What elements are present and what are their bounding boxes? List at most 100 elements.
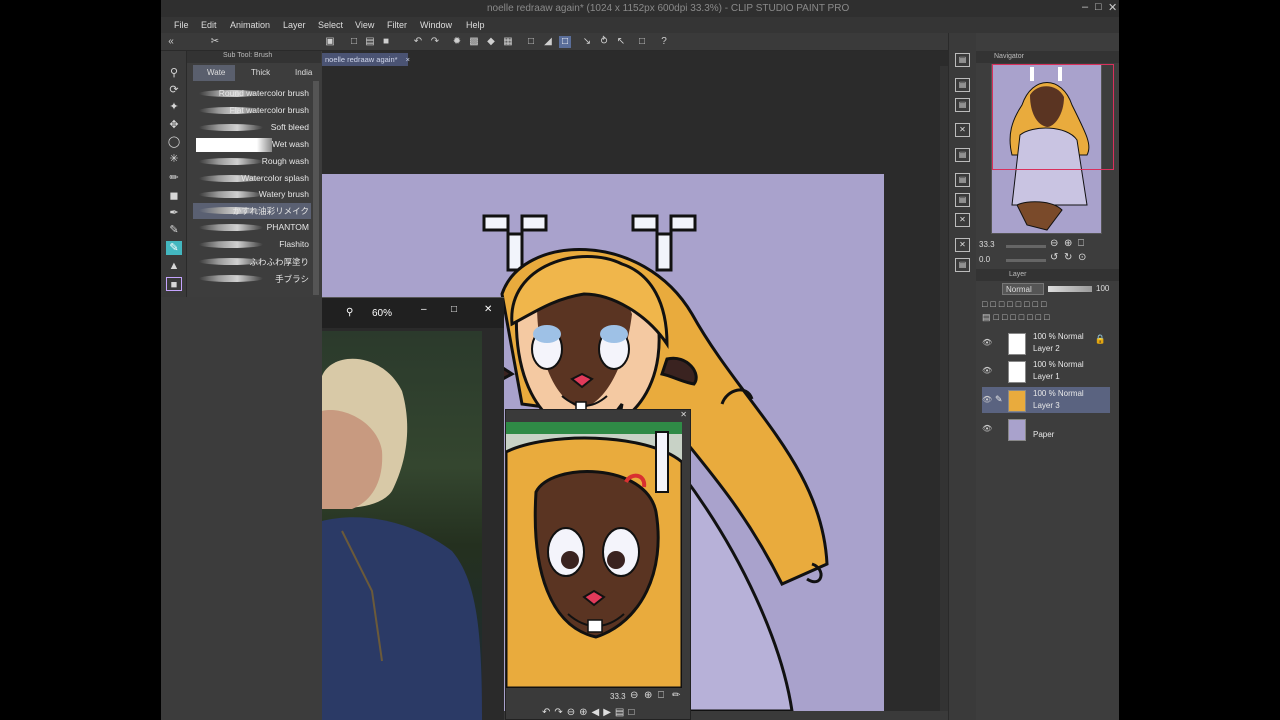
- undo-icon[interactable]: ↶: [412, 36, 424, 48]
- opacity-value[interactable]: 100: [1096, 284, 1109, 293]
- layer-row[interactable]: 👁 Paper: [982, 416, 1110, 442]
- sub-view-nav-row[interactable]: ↶↷⊖⊕◀▶▤□: [542, 707, 638, 718]
- eye-icon[interactable]: 👁: [982, 366, 992, 375]
- eraser-icon[interactable]: ◼: [166, 189, 182, 203]
- maximize-icon[interactable]: □: [451, 304, 457, 315]
- clear-icon[interactable]: ▩: [468, 36, 480, 48]
- auto-select-icon[interactable]: ✳: [166, 152, 182, 166]
- zoom-in-icon[interactable]: ⊕: [1064, 238, 1072, 249]
- panel-toggle-icon[interactable]: ▤: [955, 78, 970, 92]
- help-icon[interactable]: ?: [658, 36, 670, 48]
- fit-icon[interactable]: ⎕: [1078, 238, 1084, 249]
- collapse-arrows-icon[interactable]: «: [165, 36, 177, 48]
- zoom-tool-icon[interactable]: ⚲: [166, 66, 182, 80]
- brush-tool-icon[interactable]: ✎: [166, 241, 182, 255]
- brush-item[interactable]: PHANTOM: [193, 220, 311, 236]
- layer-move-icon[interactable]: ✥: [166, 118, 182, 132]
- maximize-icon[interactable]: □: [1095, 1, 1102, 13]
- navigator-view-frame[interactable]: [992, 64, 1114, 170]
- scissors-icon[interactable]: ✂: [209, 36, 221, 48]
- brush-item[interactable]: Flat watercolor brush: [193, 103, 311, 119]
- rotation-value[interactable]: 0.0: [979, 255, 990, 264]
- panel-toggle-icon[interactable]: ▤: [955, 258, 970, 272]
- sub-tool-scrollbar[interactable]: [313, 81, 319, 295]
- layer-actions-row[interactable]: ▤□□□□□□□: [982, 312, 1053, 323]
- menu-edit[interactable]: Edit: [201, 20, 217, 30]
- panel-close-icon[interactable]: ✕: [955, 123, 970, 137]
- zoom-out-icon[interactable]: ⊖: [630, 690, 638, 701]
- color-icon[interactable]: ■: [166, 277, 182, 291]
- panel-toggle-icon[interactable]: ▤: [955, 173, 970, 187]
- menu-filter[interactable]: Filter: [387, 20, 407, 30]
- app-icon[interactable]: ▣: [324, 36, 336, 48]
- snap-ruler-icon[interactable]: ↘: [581, 36, 593, 48]
- eyedropper-icon[interactable]: ✏: [672, 690, 680, 701]
- close-icon[interactable]: ✕: [484, 304, 492, 315]
- panel-toggle-icon[interactable]: ▤: [955, 148, 970, 162]
- zoom-value[interactable]: 33.3: [979, 240, 995, 249]
- menu-layer[interactable]: Layer: [283, 20, 306, 30]
- brush-item[interactable]: Rough wash: [193, 154, 311, 170]
- deselect-icon[interactable]: □: [525, 36, 537, 48]
- zoom-slider[interactable]: [1006, 245, 1046, 248]
- blend-mode-select[interactable]: Normal: [1002, 283, 1044, 295]
- zoom-out-icon[interactable]: ⊖: [1050, 238, 1058, 249]
- brush-item[interactable]: Watery brush: [193, 187, 311, 203]
- close-tab-icon[interactable]: ×: [406, 55, 410, 64]
- save-icon[interactable]: ■: [380, 36, 392, 48]
- opacity-slider[interactable]: [1048, 286, 1092, 292]
- minimize-icon[interactable]: –: [1082, 1, 1088, 13]
- eye-icon[interactable]: 👁: [982, 424, 992, 433]
- fit-icon[interactable]: ⎕: [658, 690, 664, 701]
- brush-item[interactable]: Soft bleed: [193, 120, 311, 136]
- rotation-slider[interactable]: [1006, 259, 1046, 262]
- companion-icon[interactable]: □: [636, 36, 648, 48]
- rotate-left-icon[interactable]: ↺: [1050, 252, 1058, 263]
- tab-india[interactable]: India: [281, 65, 319, 81]
- layer-tools-row[interactable]: □□□□□□□□: [982, 299, 1050, 309]
- panel-toggle-icon[interactable]: ▤: [955, 98, 970, 112]
- layer-row[interactable]: 👁 100 % Normal Layer 1: [982, 358, 1110, 384]
- new-file-icon[interactable]: □: [348, 36, 360, 48]
- panel-toggle-icon[interactable]: ▤: [955, 193, 970, 207]
- tab-watercolor[interactable]: Wate: [193, 65, 235, 81]
- fill-icon[interactable]: ◆: [485, 36, 497, 48]
- open-file-icon[interactable]: ▤: [364, 36, 376, 48]
- lasso-icon[interactable]: ◯: [166, 135, 182, 149]
- brush-item[interactable]: Flashito: [193, 237, 311, 253]
- panel-close-icon[interactable]: ✕: [955, 238, 970, 252]
- close-icon[interactable]: ✕: [1108, 1, 1117, 14]
- move-tool-icon[interactable]: ⟳: [166, 83, 182, 97]
- tab-thick[interactable]: Thick: [237, 65, 279, 81]
- show-selection-icon[interactable]: □: [559, 36, 571, 48]
- panel-close-icon[interactable]: ✕: [955, 213, 970, 227]
- menu-file[interactable]: File: [174, 20, 189, 30]
- lock-icon[interactable]: 🔒: [1095, 334, 1106, 345]
- close-icon[interactable]: ✕: [680, 410, 687, 419]
- invert-selection-icon[interactable]: ◢: [542, 36, 554, 48]
- canvas-vertical-scrollbar[interactable]: [940, 66, 948, 711]
- brush-item[interactable]: 手ブラシ: [193, 271, 311, 287]
- zoom-in-icon[interactable]: ⊕: [644, 690, 652, 701]
- brush-item[interactable]: Wet wash: [193, 137, 311, 153]
- menu-window[interactable]: Window: [420, 20, 452, 30]
- eye-icon[interactable]: 👁: [982, 338, 992, 347]
- panel-toggle-icon[interactable]: ▤: [955, 53, 970, 67]
- loading-icon[interactable]: ✹: [451, 36, 463, 48]
- fill-tool-icon[interactable]: ▲: [166, 259, 182, 273]
- document-tab[interactable]: noelle redraaw again* ×: [322, 53, 410, 66]
- menu-view[interactable]: View: [355, 20, 374, 30]
- rotate-right-icon[interactable]: ↻: [1064, 252, 1072, 263]
- sub-view-image[interactable]: [506, 422, 682, 688]
- brush-item[interactable]: Watercolor splash: [193, 171, 311, 187]
- transform-icon[interactable]: ▦: [502, 36, 514, 48]
- pencil-icon[interactable]: ✎: [166, 223, 182, 237]
- redo-icon[interactable]: ↷: [429, 36, 441, 48]
- reset-rotation-icon[interactable]: ⊙: [1078, 252, 1086, 263]
- brush-item-selected[interactable]: かすれ油彩リメイク: [193, 203, 311, 219]
- pen-icon[interactable]: ✒: [166, 206, 182, 220]
- snap-special-ruler-icon[interactable]: ↖: [615, 36, 627, 48]
- menu-select[interactable]: Select: [318, 20, 343, 30]
- eyedropper-icon[interactable]: ✏: [166, 171, 182, 185]
- minimize-icon[interactable]: –: [421, 304, 427, 315]
